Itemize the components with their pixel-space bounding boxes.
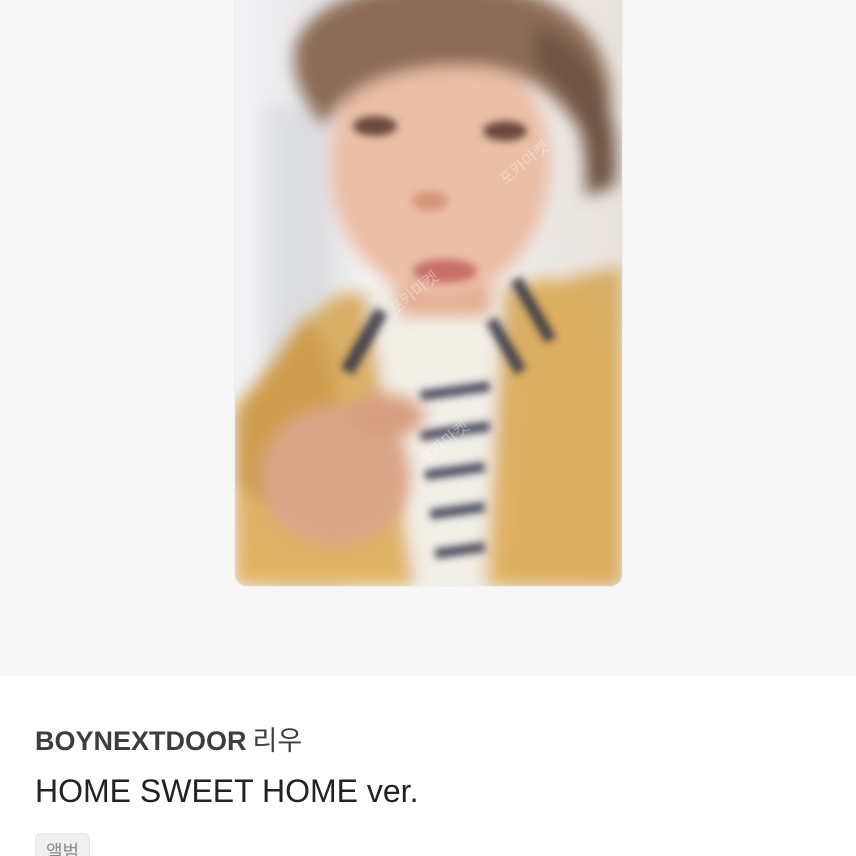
photocard-image[interactable]: 포카마켓 포카마켓 포카마켓 xyxy=(235,0,622,586)
product-version: HOME SWEET HOME ver. xyxy=(35,773,419,809)
product-page: 포카마켓 포카마켓 포카마켓 BOYNEXTDOOR 리우 HOME SWEET … xyxy=(0,0,856,856)
product-title: BOYNEXTDOOR 리우 xyxy=(35,716,825,766)
member-name: 리우 xyxy=(252,726,303,756)
photocard-illustration: 포카마켓 포카마켓 포카마켓 xyxy=(235,0,622,586)
product-info: BOYNEXTDOOR 리우 HOME SWEET HOME ver. xyxy=(35,716,825,814)
artist-name: BOYNEXTDOOR xyxy=(35,726,247,756)
product-image-area: 포카마켓 포카마켓 포카마켓 xyxy=(0,0,856,676)
category-tag[interactable]: 앨범 xyxy=(35,833,91,856)
